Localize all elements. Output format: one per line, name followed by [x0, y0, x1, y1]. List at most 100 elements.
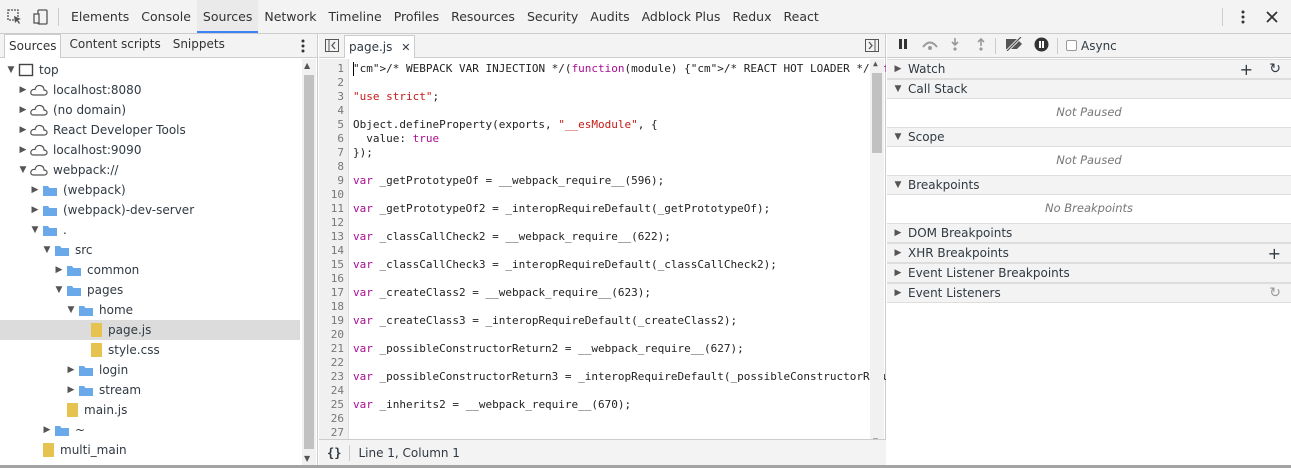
tree-item-main-js[interactable]: main.js [0, 400, 300, 420]
collapsed-triangle-icon[interactable]: ▶ [893, 268, 903, 278]
expanded-triangle-icon[interactable]: ▼ [893, 180, 903, 190]
section-dom-breakpoints[interactable]: ▶ DOM Breakpoints [887, 223, 1291, 243]
step-out-icon[interactable] [975, 37, 987, 54]
collapsed-triangle-icon[interactable]: ▶ [893, 64, 903, 74]
section-watch[interactable]: ▶ Watch + ↻ [887, 59, 1291, 79]
tree-item-react-developer-tools[interactable]: ▶ React Developer Tools [0, 120, 300, 140]
expanded-triangle-icon[interactable]: ▼ [893, 132, 903, 142]
expanded-triangle-icon[interactable]: ▼ [18, 165, 28, 175]
tree-item-home[interactable]: ▼ home [0, 300, 300, 320]
tree-item-pages[interactable]: ▼ pages [0, 280, 300, 300]
tree-item-webpack[interactable]: ▼ webpack:// [0, 160, 300, 180]
collapsed-triangle-icon[interactable]: ▶ [893, 228, 903, 238]
inspect-element-icon[interactable] [4, 6, 26, 28]
section-event-listener-breakpoints[interactable]: ▶ Event Listener Breakpoints [887, 263, 1291, 283]
tab-security[interactable]: Security [521, 0, 584, 33]
line-number: 25 [330, 398, 344, 411]
device-mode-icon[interactable] [30, 6, 52, 28]
refresh-listeners-icon[interactable]: ↻ [1269, 285, 1281, 301]
section-call-stack[interactable]: ▼ Call Stack [887, 79, 1291, 99]
tab-adblock-plus[interactable]: Adblock Plus [636, 0, 727, 33]
toggle-navigator-icon[interactable] [325, 39, 339, 55]
expanded-triangle-icon[interactable]: ▼ [54, 285, 64, 295]
collapsed-triangle-icon[interactable]: ▶ [30, 205, 40, 215]
section-xhr-breakpoints[interactable]: ▶ XHR Breakpoints + [887, 243, 1291, 263]
more-options-icon[interactable] [1233, 6, 1253, 28]
pretty-print-button[interactable]: {} [327, 446, 341, 460]
tree-item-item[interactable]: ▶ ~ [0, 420, 300, 440]
code-line: }); [353, 146, 373, 159]
nav-tab-snippets[interactable]: Snippets [169, 33, 229, 56]
tree-item-item[interactable]: ▼. [0, 220, 300, 240]
async-checkbox[interactable] [1066, 40, 1077, 51]
close-tab-icon[interactable]: ✕ [401, 41, 410, 54]
tab-network[interactable]: Network [258, 0, 322, 33]
add-watch-icon[interactable]: + [1240, 60, 1253, 79]
add-xhr-breakpoint-icon[interactable]: + [1268, 244, 1281, 263]
section-event-listeners[interactable]: ▶ Event Listeners ↻ [887, 283, 1291, 303]
collapsed-triangle-icon[interactable]: ▶ [66, 385, 76, 395]
tree-item-webpack-dev-server[interactable]: ▶ (webpack)-dev-server [0, 200, 300, 220]
collapsed-triangle-icon[interactable]: ▶ [18, 125, 28, 135]
pause-icon[interactable] [897, 38, 909, 53]
deactivate-breakpoints-icon[interactable] [1004, 35, 1024, 54]
tree-item-stream[interactable]: ▶ stream [0, 380, 300, 400]
navigator-menu-icon[interactable] [301, 39, 305, 56]
close-icon[interactable] [1261, 6, 1283, 28]
tree-item-style-css[interactable]: style.css [0, 340, 300, 360]
toggle-debugger-icon[interactable] [865, 39, 879, 55]
refresh-icon[interactable]: ↻ [1269, 61, 1281, 77]
expanded-triangle-icon[interactable]: ▼ [42, 245, 52, 255]
nav-tab-content-scripts[interactable]: Content scripts [65, 33, 164, 56]
step-into-icon[interactable] [949, 37, 961, 54]
expanded-triangle-icon[interactable]: ▼ [30, 225, 40, 235]
navigator-scrollbar[interactable]: ▲ ▼ [302, 59, 316, 465]
tab-react[interactable]: React [778, 0, 825, 33]
expanded-triangle-icon[interactable]: ▼ [66, 305, 76, 315]
section-label: Breakpoints [908, 178, 980, 192]
step-over-icon[interactable] [921, 38, 939, 53]
line-number: 3 [337, 90, 344, 103]
collapsed-triangle-icon[interactable]: ▶ [54, 265, 64, 275]
tree-item-localhost-8080[interactable]: ▶ localhost:8080 [0, 80, 300, 100]
expanded-triangle-icon[interactable]: ▼ [893, 84, 903, 94]
section-breakpoints-status: No Breakpoints [1044, 201, 1133, 215]
tab-sources[interactable]: Sources [196, 0, 259, 33]
tree-item-top[interactable]: ▼ top [0, 60, 300, 80]
expanded-triangle-icon[interactable]: ▼ [6, 65, 16, 75]
tree-item-src[interactable]: ▼ src [0, 240, 300, 260]
tree-item-page-js[interactable]: page.js [0, 320, 300, 340]
pause-on-exceptions-icon[interactable] [1034, 37, 1049, 55]
collapsed-triangle-icon[interactable]: ▶ [893, 288, 903, 298]
tree-item-multi-main[interactable]: multi_main [0, 440, 300, 460]
nav-tab-sources[interactable]: Sources [4, 34, 62, 58]
collapsed-triangle-icon[interactable]: ▶ [30, 185, 40, 195]
collapsed-triangle-icon[interactable]: ▶ [18, 105, 28, 115]
tab-timeline[interactable]: Timeline [323, 0, 388, 33]
tab-resources[interactable]: Resources [445, 0, 521, 33]
tree-item-no-domain[interactable]: ▶ (no domain) [0, 100, 300, 120]
tree-item-login[interactable]: ▶ login [0, 360, 300, 380]
collapsed-triangle-icon[interactable]: ▶ [42, 425, 52, 435]
editor-scroll-thumb[interactable] [872, 73, 882, 153]
tab-elements[interactable]: Elements [65, 0, 135, 33]
navigator-scroll-thumb[interactable] [304, 75, 314, 449]
code-editor[interactable]: 1 2 3 4 5 6 7 8 9 10 11 12 13 14 15 16 17 18 19 20 21 22 23 24 2… [319, 59, 886, 454]
tab-console[interactable]: Console [135, 0, 197, 33]
tab-audits[interactable]: Audits [584, 0, 635, 33]
file-tab[interactable]: page.js ✕ [344, 35, 416, 58]
collapsed-triangle-icon[interactable]: ▶ [18, 145, 28, 155]
collapsed-triangle-icon[interactable]: ▶ [66, 365, 76, 375]
section-scope[interactable]: ▼ Scope [887, 127, 1291, 147]
tab-profiles[interactable]: Profiles [388, 0, 445, 33]
collapsed-triangle-icon[interactable]: ▶ [893, 248, 903, 258]
tree-item-webpack[interactable]: ▶ (webpack) [0, 180, 300, 200]
file-tab-label: page.js [349, 40, 393, 54]
collapsed-triangle-icon[interactable]: ▶ [18, 85, 28, 95]
section-breakpoints[interactable]: ▼ Breakpoints [887, 175, 1291, 195]
tab-redux[interactable]: Redux [726, 0, 777, 33]
editor-vertical-scrollbar[interactable]: ▲ ▼ [870, 59, 884, 445]
line-number: 14 [330, 244, 344, 257]
tree-item-localhost-9090[interactable]: ▶ localhost:9090 [0, 140, 300, 160]
tree-item-common[interactable]: ▶ common [0, 260, 300, 280]
